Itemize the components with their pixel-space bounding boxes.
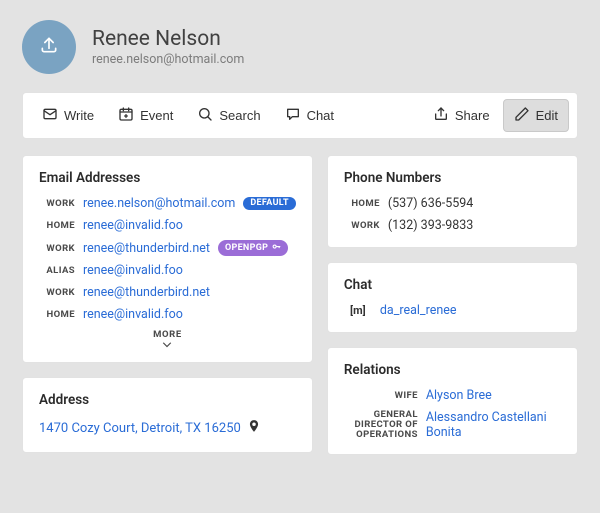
email-type-label: WORK [39,198,75,209]
email-type-label: WORK [39,287,75,298]
contact-primary-email: renee.nelson@hotmail.com [92,52,244,67]
map-pin-icon[interactable] [247,418,261,438]
matrix-brand-icon: [m] [344,304,372,317]
key-icon [268,242,281,254]
edit-label: Edit [536,108,558,123]
email-type-label: ALIAS [39,265,75,276]
write-button[interactable]: Write [31,99,105,132]
relation-row: WIFE Alyson Bree [344,388,561,403]
email-value[interactable]: renee@thunderbird.net [83,241,210,256]
relation-type-label: WIFE [344,391,418,401]
relation-value[interactable]: Alyson Bree [426,388,492,403]
email-type-label: HOME [39,309,75,320]
envelope-icon [42,106,58,125]
write-label: Write [64,108,94,123]
event-label: Event [140,108,173,123]
chat-card: Chat [m] da_real_renee [327,262,578,333]
phone-row: HOME (537) 636-5594 [344,196,561,211]
more-label: MORE [153,329,182,340]
chat-bubble-icon [285,106,301,125]
phones-title: Phone Numbers [344,170,561,186]
address-card: Address 1470 Cozy Court, Detroit, TX 162… [22,377,313,453]
email-row: ALIAS renee@invalid.foo [39,263,296,278]
email-row: WORK renee@thunderbird.net OPENPGP [39,240,296,256]
phone-value: (537) 636-5594 [388,196,473,211]
search-icon [197,106,213,125]
phone-type-label: HOME [344,198,380,209]
phones-card: Phone Numbers HOME (537) 636-5594 WORK (… [327,155,578,248]
email-row: HOME renee@invalid.foo [39,307,296,322]
contact-name: Renee Nelson [92,27,244,51]
upload-icon [39,35,59,59]
email-type-label: HOME [39,220,75,231]
avatar-upload[interactable] [22,20,76,74]
search-button[interactable]: Search [186,99,271,132]
contact-header: Renee Nelson renee.nelson@hotmail.com [22,20,578,74]
emails-title: Email Addresses [39,170,296,186]
email-value[interactable]: renee.nelson@hotmail.com [83,196,235,211]
chat-button[interactable]: Chat [274,99,345,132]
relation-type-label: GENERAL DIRECTOR OF OPERATIONS [344,410,418,440]
email-value[interactable]: renee@invalid.foo [83,307,183,322]
phone-row: WORK (132) 393-9833 [344,218,561,233]
chat-row: [m] da_real_renee [344,303,561,318]
relations-card: Relations WIFE Alyson Bree GENERAL DIREC… [327,347,578,455]
phone-value: (132) 393-9833 [388,218,473,233]
emails-more-button[interactable]: MORE [39,329,296,348]
chat-handle[interactable]: da_real_renee [380,303,457,318]
email-value[interactable]: renee@thunderbird.net [83,285,210,300]
pencil-icon [514,106,530,125]
relations-title: Relations [344,362,561,378]
share-button[interactable]: Share [422,99,501,132]
address-value[interactable]: 1470 Cozy Court, Detroit, TX 16250 [39,421,241,436]
chat-label: Chat [307,108,334,123]
relation-row: GENERAL DIRECTOR OF OPERATIONS Alessandr… [344,410,561,440]
share-label: Share [455,108,490,123]
default-badge: DEFAULT [243,197,296,210]
relation-value[interactable]: Alessandro Castellani Bonita [426,410,561,440]
openpgp-badge: OPENPGP [218,240,288,256]
phone-type-label: WORK [344,220,380,231]
chat-section-title: Chat [344,277,561,293]
openpgp-label: OPENPGP [225,244,268,253]
calendar-icon [118,106,134,125]
email-value[interactable]: renee@invalid.foo [83,218,183,233]
email-type-label: WORK [39,243,75,254]
emails-card: Email Addresses WORK renee.nelson@hotmai… [22,155,313,363]
address-title: Address [39,392,296,408]
share-icon [433,106,449,125]
email-value[interactable]: renee@invalid.foo [83,263,183,278]
email-row: WORK renee.nelson@hotmail.com DEFAULT [39,196,296,211]
edit-button[interactable]: Edit [503,99,569,132]
event-button[interactable]: Event [107,99,184,132]
email-row: WORK renee@thunderbird.net [39,285,296,300]
email-row: HOME renee@invalid.foo [39,218,296,233]
contact-toolbar: Write Event Search Chat Share [22,92,578,139]
chevron-down-icon [39,342,296,348]
search-label: Search [219,108,260,123]
